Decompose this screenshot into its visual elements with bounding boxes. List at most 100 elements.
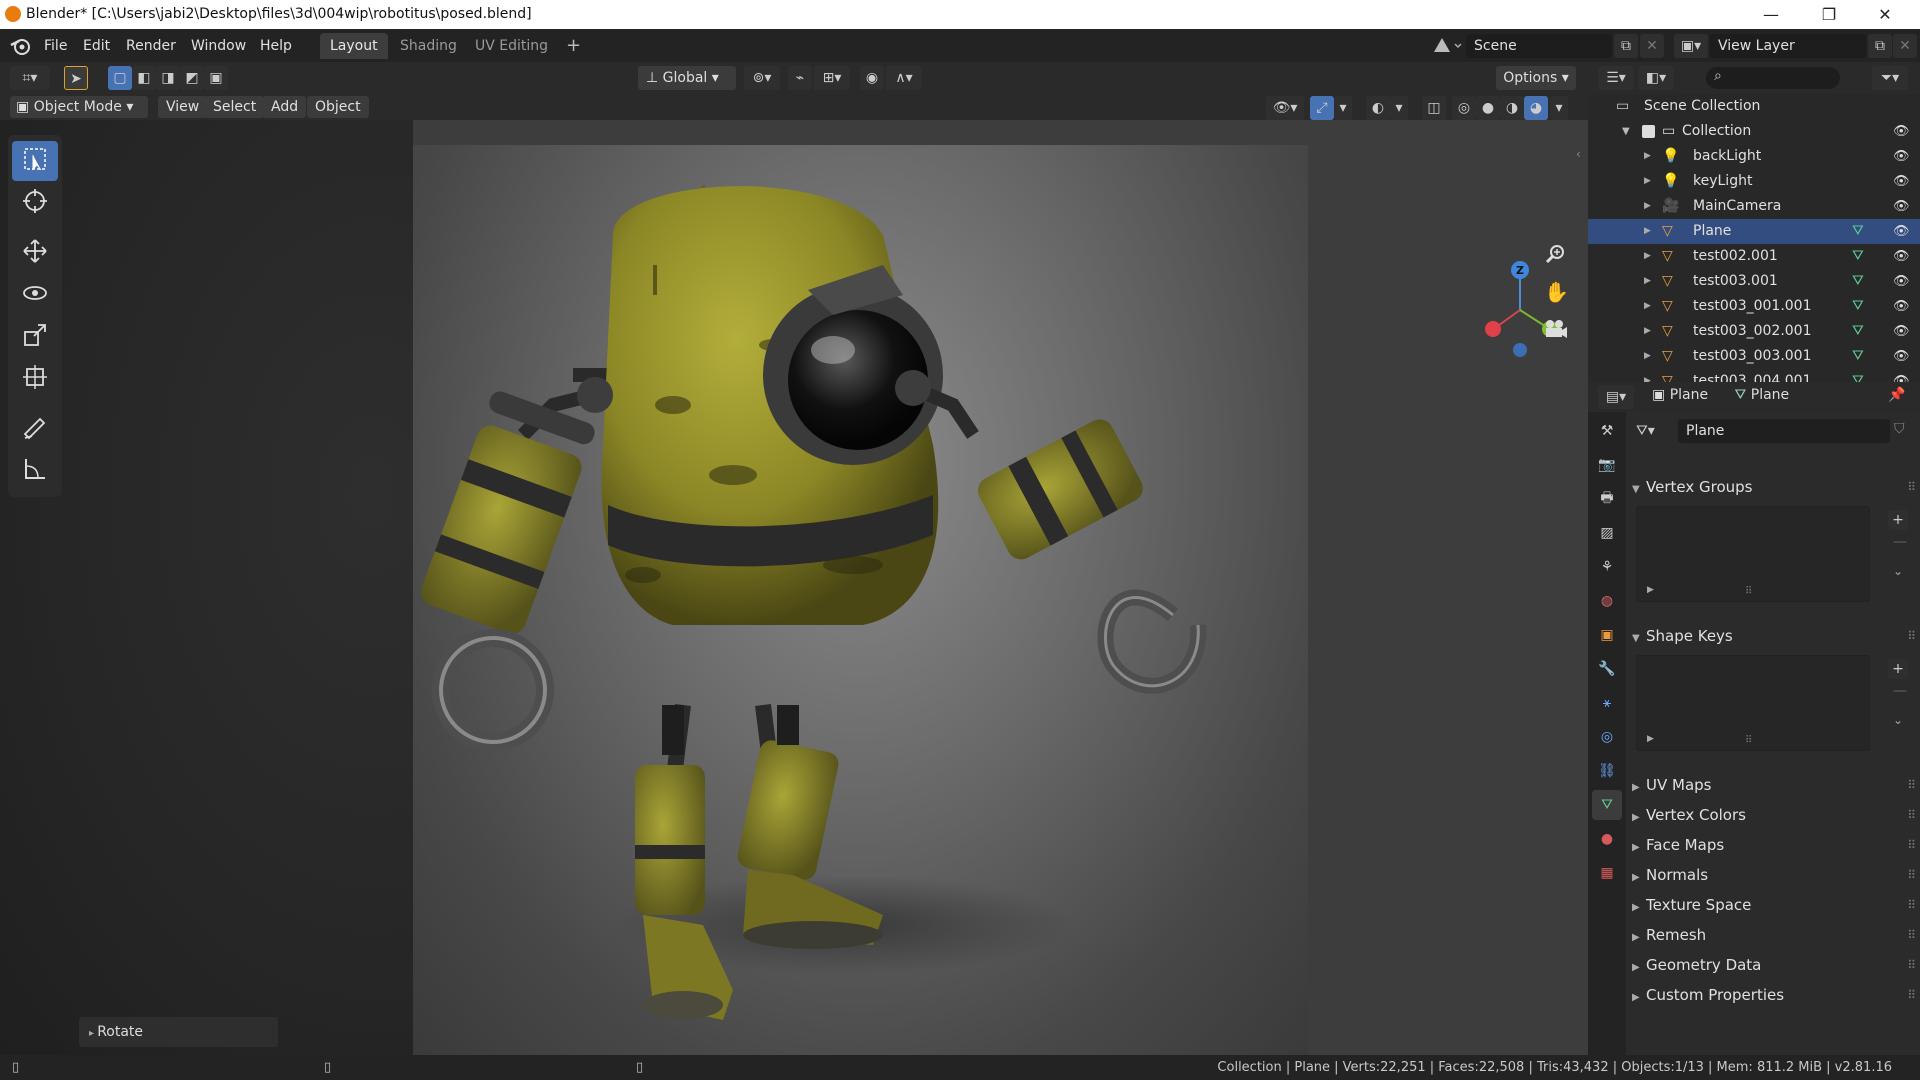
tab-shading[interactable]: Shading [390,33,467,59]
output-properties-tab[interactable]: 🖶 [1592,484,1622,514]
filter-expand-icon[interactable]: ▶ [1647,734,1654,744]
restore-button[interactable]: ❐ [1806,2,1852,28]
panel-header[interactable]: ▼ Vertex Groups ⠿ [1632,472,1917,502]
mesh-data-icon[interactable]: ⛛ [1852,369,1864,382]
select-mode-invert-icon[interactable]: ◩ [180,66,204,90]
gizmo-toggle-icon[interactable]: ⤢ [1310,96,1334,120]
panel-header[interactable]: ▶ Face Maps ⠿ [1632,830,1917,860]
zoom-icon[interactable] [1544,242,1568,270]
drag-handle-icon[interactable]: ⠿ [1907,800,1916,830]
rotate-tool[interactable] [12,275,58,315]
drag-handle-icon[interactable]: ⠿ [1907,830,1916,860]
mesh-data-icon[interactable]: ⛛ [1852,269,1864,294]
tab-layout[interactable]: Layout [320,33,388,59]
outliner-scene-collection[interactable]: ▭ Scene Collection [1588,94,1920,119]
add-workspace-button[interactable]: + [556,33,591,59]
options-dropdown[interactable]: Options ▾ [1496,66,1576,90]
outliner-item[interactable]: ▶ 💡 backLight 👁 [1588,144,1920,169]
eye-icon[interactable]: 👁 [1893,169,1910,194]
panel-header[interactable]: ▶ Custom Properties ⠿ [1632,980,1917,1010]
eye-icon[interactable]: 👁 [1893,194,1910,219]
visibility-filter-icon[interactable]: 👁▾ [1266,96,1304,120]
outliner-item[interactable]: ▶ ▽ test003_004.001 👁 ⛛ [1588,369,1920,382]
cursor-tool[interactable] [12,183,58,223]
panel-header[interactable]: ▶ UV Maps ⠿ [1632,770,1917,800]
annotate-tool[interactable] [12,409,58,449]
drag-handle-icon[interactable]: ⠿ [1907,860,1916,890]
view-layer-tab[interactable]: ▨ [1592,518,1622,548]
eye-icon[interactable]: 👁 [1893,319,1910,344]
select-mode-new-icon[interactable]: ▢ [108,66,132,90]
chevron-right-icon[interactable]: ▶ [1644,144,1651,169]
outliner-item[interactable]: ▶ ▽ test003_002.001 👁 ⛛ [1588,319,1920,344]
overlays-toggle-icon[interactable]: ◐ [1366,96,1390,120]
proportional-falloff-icon[interactable]: ∧▾ [886,66,922,90]
overlays-dropdown-icon[interactable]: ▾ [1390,96,1408,120]
drag-handle-icon[interactable]: ⠿ [1907,920,1916,950]
outliner-item[interactable]: ▶ ▽ Plane 👁 ⛛ [1588,219,1920,244]
shading-material-icon[interactable]: ◑ [1500,96,1524,120]
menu-render[interactable]: Render [122,35,180,57]
move-tool[interactable] [12,233,58,273]
chevron-right-icon[interactable]: ▶ [1644,219,1651,244]
panel-header[interactable]: ▶ Geometry Data ⠿ [1632,950,1917,980]
panel-header[interactable]: ▶ Vertex Colors ⠿ [1632,800,1917,830]
chevron-right-icon[interactable]: ▶ [1644,294,1651,319]
outliner-item[interactable]: ▶ ▽ test002.001 👁 ⛛ [1588,244,1920,269]
blender-menu-icon[interactable] [10,36,32,60]
mode-dropdown[interactable]: ▣ Object Mode ▾ [10,96,148,118]
chevron-right-icon[interactable]: ▶ [1644,369,1651,382]
pivot-point-icon[interactable]: ⊚▾ [744,66,780,90]
panel-header[interactable]: ▶ Texture Space ⠿ [1632,890,1917,920]
specials-menu-icon[interactable]: ⌄ [1893,564,1903,578]
outliner-editor-type-icon[interactable]: ☰▾ [1598,66,1634,90]
orientation-dropdown[interactable]: ⊥ Global ▾ [638,66,736,90]
navigation-gizmo[interactable]: Z [1480,260,1560,360]
view-layer-icon[interactable]: ▣▾ [1674,34,1708,58]
scene-properties-tab[interactable]: ⚘ [1592,552,1622,582]
outliner-item[interactable]: ▶ ▽ test003_001.001 👁 ⛛ [1588,294,1920,319]
shading-wireframe-icon[interactable]: ◎ [1452,96,1476,120]
mesh-data-icon[interactable]: ⛛ [1852,344,1864,369]
data-properties-tab[interactable]: ⛛ [1592,790,1622,820]
eye-icon[interactable]: 👁 [1893,369,1910,382]
view-layer-field[interactable]: View Layer [1710,34,1866,58]
mesh-data-icon[interactable]: ⛛ [1852,244,1864,269]
menu-select[interactable]: Select [205,96,265,118]
outliner-item[interactable]: ▶ ▽ test003_003.001 👁 ⛛ [1588,344,1920,369]
camera-view-icon[interactable] [1542,318,1568,344]
collection-checkbox[interactable] [1642,125,1655,138]
select-mode-extend-icon[interactable]: ◧ [132,66,156,90]
shading-rendered-icon[interactable]: ◕ [1524,96,1548,120]
tool-properties-tab[interactable]: ⚒ [1592,416,1622,446]
drag-handle-icon[interactable]: ⠿ [1907,472,1916,502]
chevron-right-icon[interactable]: ▶ [1644,319,1651,344]
delete-scene-icon[interactable]: ✕ [1640,34,1664,58]
menu-edit[interactable]: Edit [79,35,114,57]
drag-handle-icon[interactable]: ⠿ [1907,980,1916,1010]
render-properties-tab[interactable]: 📷 [1592,450,1622,480]
eye-icon[interactable]: 👁 [1893,344,1910,369]
add-item-button[interactable]: + [1888,510,1908,530]
snap-target-icon[interactable]: ⊞▾ [814,66,850,90]
menu-window[interactable]: Window [187,35,250,57]
modifier-properties-tab[interactable]: 🔧 [1592,654,1622,684]
pan-hand-icon[interactable]: ✋ [1544,280,1569,304]
particles-properties-tab[interactable]: ⚹ [1592,688,1622,718]
snap-toggle-icon[interactable]: ⌁ [788,66,812,90]
transform-tool[interactable] [12,359,58,399]
list-box[interactable]: ▶ ⠿ [1636,655,1870,751]
gizmo-dropdown-icon[interactable]: ▾ [1334,96,1352,120]
menu-view[interactable]: View [158,96,208,118]
chevron-right-icon[interactable]: ▶ [1644,169,1651,194]
chevron-right-icon[interactable]: ▶ [1644,194,1651,219]
mesh-data-icon[interactable]: ⛛ [1852,219,1864,244]
add-item-button[interactable]: + [1888,659,1908,679]
object-properties-tab[interactable]: ▣ [1592,620,1622,650]
outliner-search-input[interactable]: ⌕ [1706,67,1840,89]
chevron-right-icon[interactable]: ▶ [1644,344,1651,369]
new-view-layer-icon[interactable]: ⧉ [1868,34,1892,58]
outliner-item[interactable]: ▶ 💡 keyLight 👁 [1588,169,1920,194]
resize-grip-icon[interactable]: ⠿ [1745,586,1752,597]
outliner-collection[interactable]: ▼ ▭ Collection 👁 [1588,119,1920,144]
